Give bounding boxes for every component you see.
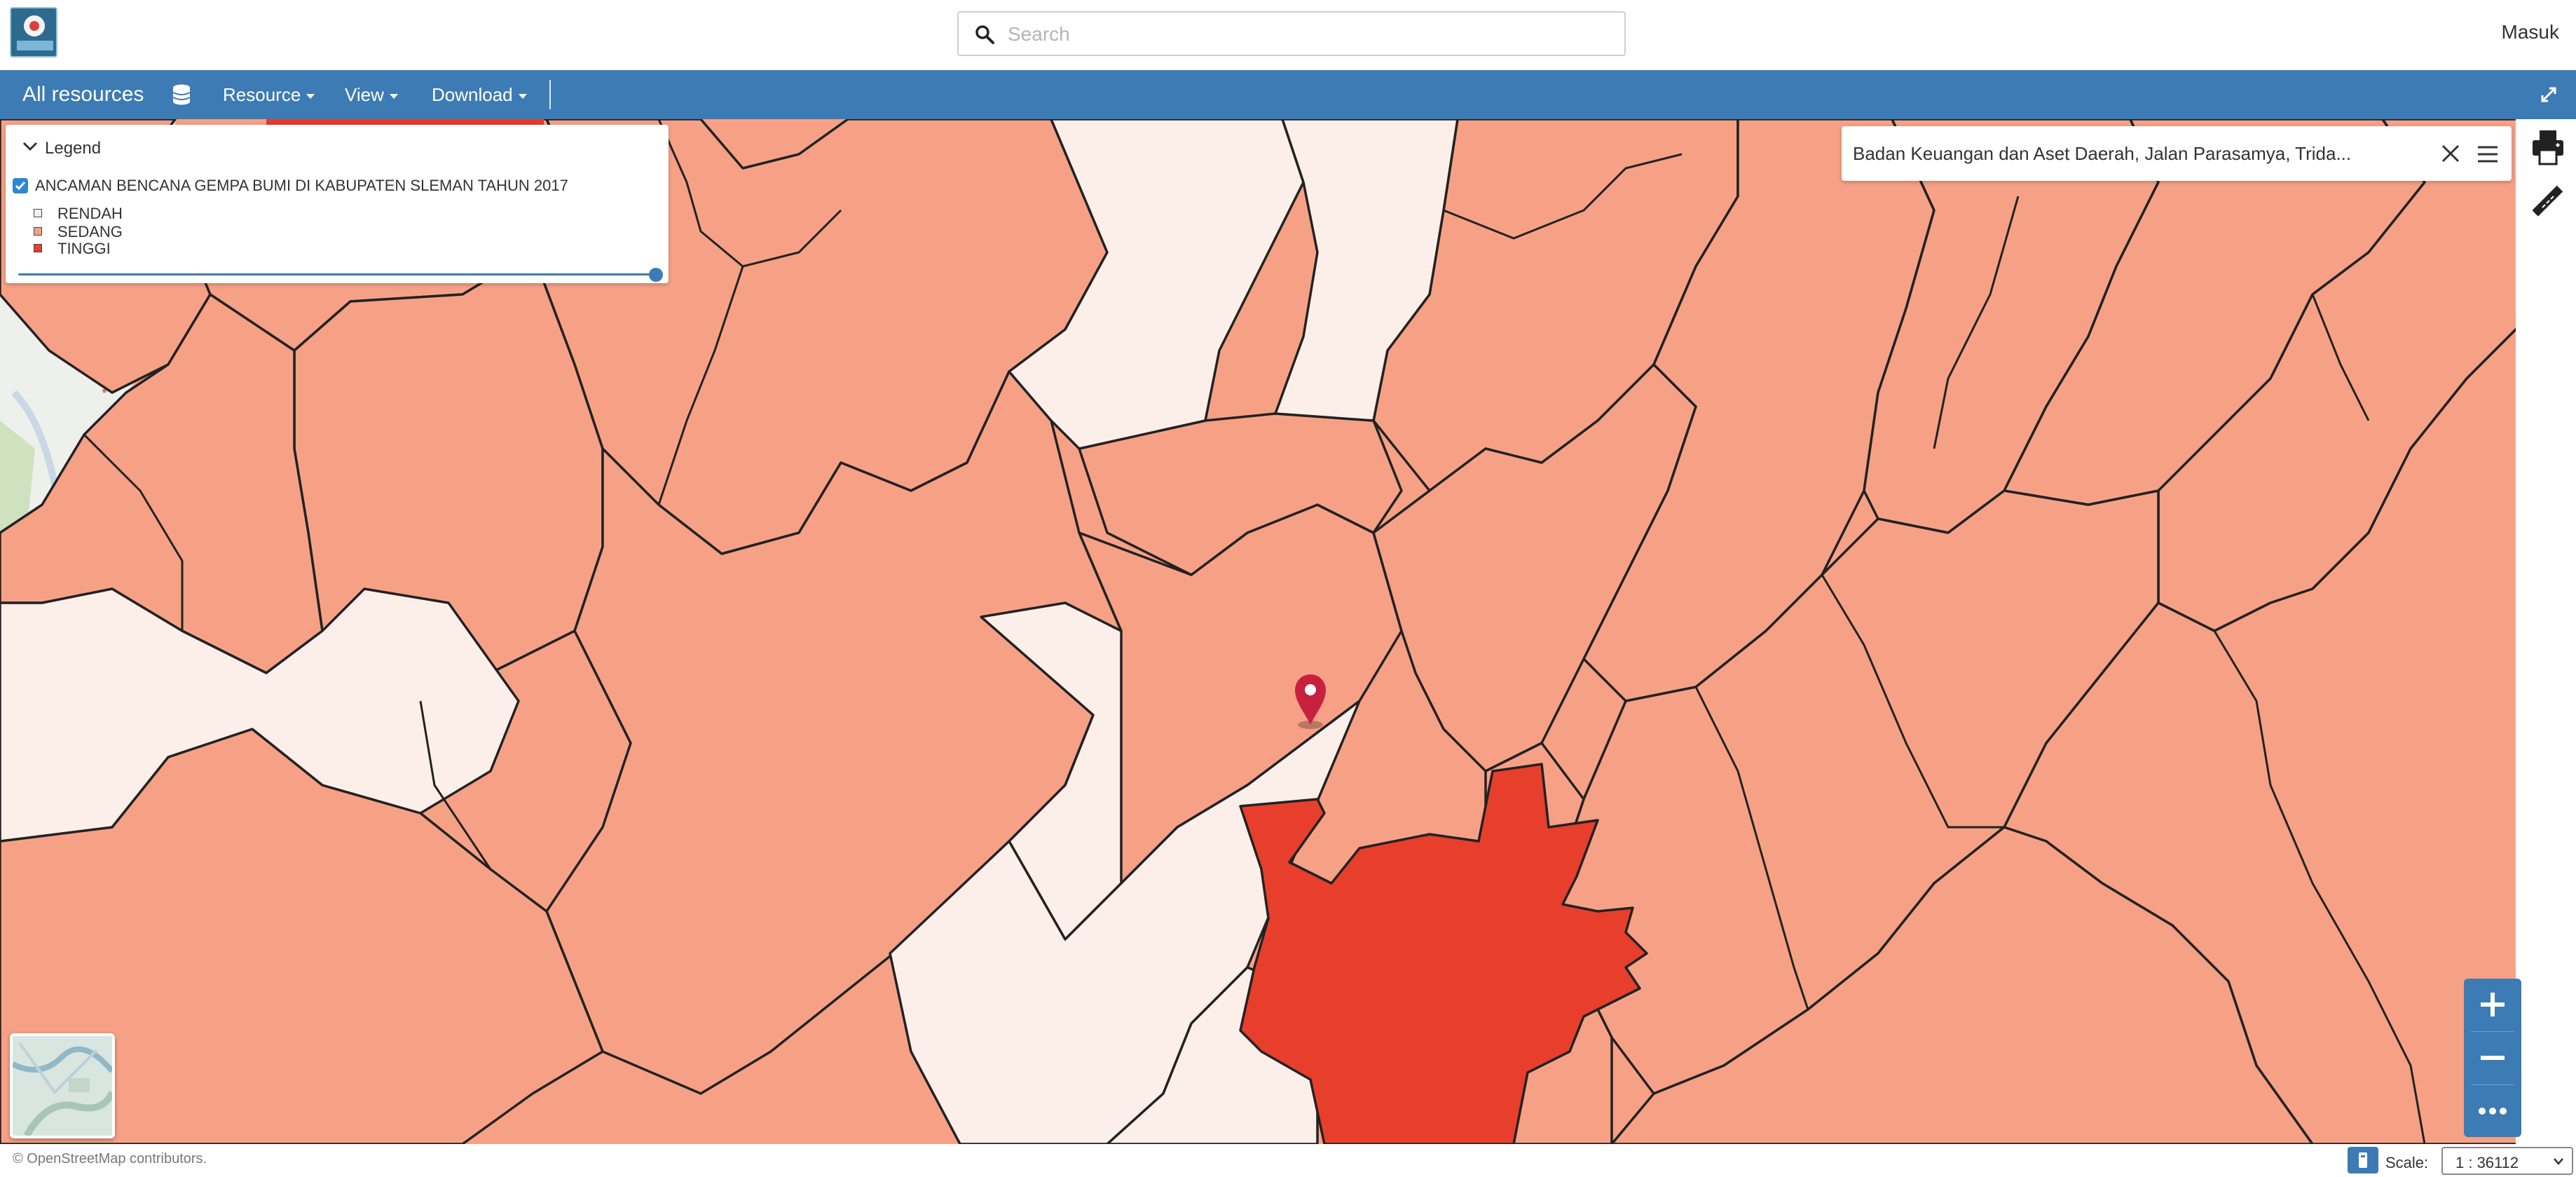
resource-menu-label: Resource (223, 84, 301, 105)
opacity-slider[interactable] (18, 268, 664, 282)
geocoder-text[interactable]: Badan Keuangan dan Aset Daerah, Jalan Pa… (1853, 143, 2413, 165)
download-menu[interactable]: Download (432, 70, 527, 119)
scale-value: 1 : 36112 (2455, 1154, 2519, 1171)
info-icon (2359, 1152, 2367, 1168)
zoom-controls (2464, 979, 2521, 1137)
legend-swatch-sedang (34, 227, 42, 236)
scale-select[interactable]: 1 : 36112 (2441, 1147, 2573, 1175)
basemap-thumbnail (13, 1036, 112, 1136)
logo-dot (29, 21, 39, 31)
check-icon (15, 182, 26, 191)
basemap-switcher[interactable] (10, 1033, 115, 1138)
legend-label: RENDAH (57, 205, 123, 222)
legend-panel: Legend ANCAMAN BENCANA GEMPA BUMI DI KAB… (6, 125, 669, 283)
database-icon[interactable] (172, 84, 191, 105)
view-menu[interactable]: View (345, 70, 398, 119)
chevron-down-icon (389, 93, 398, 99)
main-toolbar: All resources Resource View Download (0, 70, 2576, 119)
layer-checkbox[interactable] (13, 178, 28, 193)
search-icon (975, 25, 994, 44)
resource-menu[interactable]: Resource (223, 70, 315, 119)
toolbar-divider (549, 80, 551, 109)
footer-bar: © OpenStreetMap contributors. Scale: 1 :… (0, 1144, 2576, 1177)
all-resources-link[interactable]: All resources (22, 70, 144, 119)
login-link[interactable]: Masuk (2502, 21, 2559, 43)
menu-icon[interactable] (2476, 144, 2499, 164)
ellipsis-icon[interactable] (2464, 1085, 2521, 1137)
close-icon[interactable] (2440, 143, 2461, 164)
slider-track (18, 273, 656, 275)
search-box[interactable] (957, 11, 1626, 56)
download-menu-label: Download (432, 84, 513, 105)
layer-highlight-strip (266, 119, 544, 125)
chevron-down-icon (518, 93, 527, 99)
legend-swatch-tinggi (34, 244, 42, 252)
expand-icon[interactable] (2540, 86, 2558, 104)
layer-title: ANCAMAN BENCANA GEMPA BUMI DI KABUPATEN … (35, 177, 568, 194)
top-header: Masuk (0, 0, 2576, 70)
view-menu-label: View (345, 84, 384, 105)
scale-label: Scale: (2385, 1154, 2429, 1171)
plus-icon[interactable] (2464, 979, 2521, 1030)
right-tool-column (2516, 119, 2576, 1144)
legend-swatch-rendah (34, 209, 42, 217)
printer-icon[interactable] (2531, 129, 2565, 165)
chevron-down-icon[interactable] (22, 142, 38, 151)
chevron-down-icon (2554, 1158, 2563, 1165)
scale-info-icon[interactable] (2348, 1147, 2378, 1173)
site-logo[interactable] (10, 7, 57, 57)
legend-label: SEDANG (57, 223, 123, 240)
legend-label: TINGGI (57, 240, 111, 257)
logo-band (17, 41, 53, 50)
ruler-icon[interactable] (2533, 184, 2563, 217)
minus-icon[interactable] (2464, 1032, 2521, 1084)
map-attribution: © OpenStreetMap contributors. (13, 1151, 207, 1166)
search-input[interactable] (1008, 20, 1610, 49)
geocoder-result[interactable]: Badan Keuangan dan Aset Daerah, Jalan Pa… (1842, 126, 2512, 181)
slider-handle[interactable] (649, 268, 663, 282)
chevron-down-icon (306, 93, 315, 99)
legend-header[interactable]: Legend (45, 139, 101, 158)
